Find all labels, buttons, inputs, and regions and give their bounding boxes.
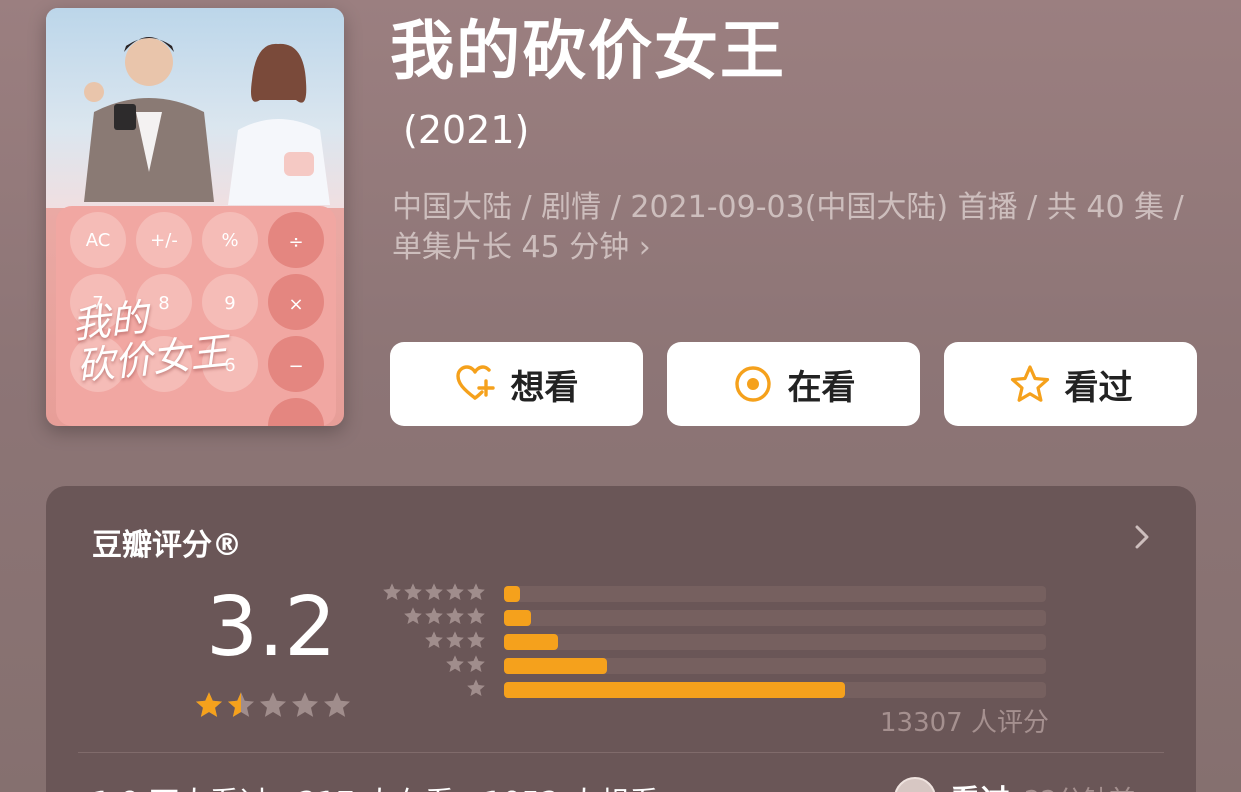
release-year: (2021) — [403, 108, 530, 152]
rating-bar-fill — [504, 586, 521, 602]
poster-image[interactable]: AC +/-% ÷ 7 8 9 × 6− 我的 砍价女王 — [46, 8, 344, 426]
card-divider — [78, 752, 1164, 753]
star-icon — [467, 583, 485, 600]
rating-row-stars — [424, 630, 486, 650]
chevron-right-icon[interactable] — [1132, 522, 1152, 552]
page-title: 我的砍价女王 — [390, 15, 786, 89]
watched-button[interactable]: 看过 — [944, 342, 1197, 426]
rating-row-stars — [382, 582, 486, 602]
meta-text: 中国大陆 / 剧情 / 2021-09-03(中国大陆) 首播 / 共 40 集… — [392, 190, 1184, 265]
star-icon — [425, 607, 443, 624]
rating-row-stars — [403, 606, 486, 626]
rating-bar-track — [504, 682, 1046, 698]
want-to-watch-label: 想看 — [510, 367, 579, 408]
rating-row-stars — [466, 678, 486, 698]
douban-rating-card[interactable]: 豆瓣评分® 3.2 13307 人评分 1.9 万人看过 · 217 人在看 ·… — [46, 486, 1196, 792]
rating-bar-track — [504, 634, 1046, 650]
rating-row-4-star — [376, 606, 1076, 626]
star-icon — [383, 583, 401, 600]
target-circle-icon — [734, 366, 771, 402]
svg-text:×: × — [288, 294, 303, 315]
rating-bar-fill — [504, 634, 559, 650]
rating-star-icon — [260, 692, 286, 717]
rating-star-icon — [292, 692, 318, 717]
friend-activity-time: 22分钟前 — [1024, 780, 1135, 792]
star-icon — [425, 631, 443, 648]
want-to-watch-button[interactable]: 想看 — [390, 342, 643, 426]
svg-text:9: 9 — [224, 293, 235, 314]
star-outline-icon — [1010, 365, 1049, 402]
poster-title-art: 我的 砍价女王 — [69, 295, 231, 389]
star-icon — [404, 607, 422, 624]
star-icon — [467, 679, 485, 696]
star-icon — [467, 655, 485, 672]
rating-star-icon — [228, 692, 254, 717]
rating-bar-track — [504, 610, 1046, 626]
rating-bar-track — [504, 658, 1046, 674]
watching-label: 在看 — [787, 367, 856, 408]
star-icon — [446, 583, 464, 600]
rating-bar-track — [504, 586, 1046, 602]
rating-score: 3.2 — [206, 580, 337, 675]
poster-woman-figure — [228, 43, 330, 205]
svg-text:%: % — [221, 230, 238, 251]
friends-activity[interactable]: 看过 22分钟前 — [894, 776, 1135, 792]
watch-stats[interactable]: 1.9 万人看过 · 217 人在看 · 1052 人想看 — [92, 778, 659, 792]
star-icon — [446, 655, 464, 672]
star-icon — [467, 607, 485, 624]
watched-label: 看过 — [1064, 367, 1133, 408]
star-icon — [425, 583, 443, 600]
watching-button[interactable]: 在看 — [667, 342, 920, 426]
rating-star-icon — [196, 692, 222, 717]
heart-plus-icon — [455, 365, 495, 400]
rating-bar-fill — [504, 610, 532, 626]
rating-star-icon — [324, 692, 350, 717]
poster-man-figure — [84, 37, 214, 202]
avatar — [894, 777, 936, 792]
movie-meta-info[interactable]: 中国大陆 / 剧情 / 2021-09-03(中国大陆) 首播 / 共 40 集… — [392, 188, 1192, 268]
star-icon — [404, 583, 422, 600]
rating-section-title: 豆瓣评分® — [92, 528, 242, 563]
rating-row-5-star — [376, 582, 1076, 602]
rating-row-stars — [445, 654, 486, 674]
rating-bar-fill — [504, 658, 607, 674]
star-icon — [467, 631, 485, 648]
rating-count: 13307 人评分 — [880, 708, 1049, 738]
svg-text:÷: ÷ — [288, 232, 303, 253]
rating-stars — [194, 690, 352, 720]
rating-row-2-star — [376, 654, 1076, 674]
svg-text:AC: AC — [86, 230, 111, 251]
rating-row-3-star — [376, 630, 1076, 650]
star-icon — [446, 607, 464, 624]
meta-chevron-icon: › — [638, 230, 651, 265]
svg-text:+/-: +/- — [150, 230, 178, 251]
star-icon — [446, 631, 464, 648]
rating-row-1-star — [376, 678, 1076, 698]
rating-bar-fill — [504, 682, 846, 698]
friend-activity-label: 看过 — [950, 776, 1010, 792]
svg-text:−: − — [288, 356, 303, 377]
